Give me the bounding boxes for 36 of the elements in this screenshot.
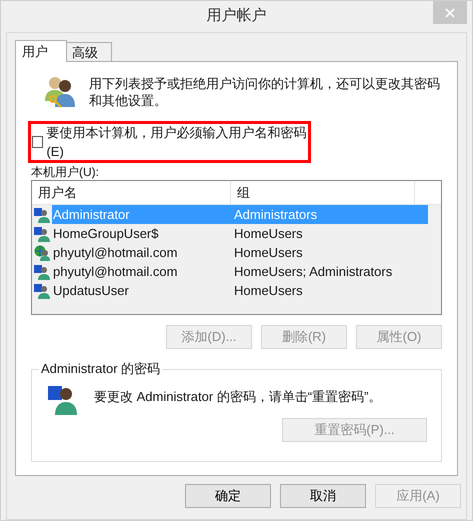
password-checkbox[interactable]: 要使用本计算机，用户必须输入用户名和密码(E): [32, 122, 308, 162]
user-row[interactable]: HomeGroupUser$ HomeUsers: [52, 224, 428, 243]
window-title: 用户帐户: [206, 6, 266, 26]
table-cell-text: HomeUsers: [234, 282, 303, 300]
close-icon: [445, 8, 455, 18]
table-cell-text: UpdatusUser: [52, 282, 130, 300]
description-text: 用下列表授予或拒绝用户访问你的计算机，还可以更改其密码和其他设置。: [89, 75, 441, 110]
user-list[interactable]: 用户名 组 Administrator Administrators HomeGroupUser$ HomeUsers phyutyl@hotmail.com HomeUsers phyutyl@hotmail.com HomeUsers; Administrators UpdatusUser HomeUsers: [31, 180, 442, 315]
globe-user-icon: [34, 244, 50, 260]
dialog-button[interactable]: 取消: [280, 484, 366, 508]
group-title: Administrator 的密码: [39, 361, 162, 377]
users-key-icon: [43, 75, 77, 109]
tab[interactable]: 用户: [15, 40, 67, 62]
table-cell-text: Administrators: [234, 206, 318, 224]
user-row[interactable]: UpdatusUser HomeUsers: [52, 281, 428, 300]
password-hint-text: 要更改 Administrator 的密码，请单击“重置密码”。: [94, 388, 382, 406]
checkbox[interactable]: [32, 136, 44, 148]
user-computer-icon: [34, 206, 50, 222]
tab[interactable]: 高级: [66, 42, 112, 61]
users-label: 本机用户(U):: [31, 164, 100, 180]
user-computer-icon: [34, 282, 50, 298]
column-header[interactable]: 组: [231, 181, 415, 204]
table-cell-text: HomeUsers: [234, 224, 303, 243]
table-cell-text: HomeUsers: [234, 244, 303, 262]
column-header[interactable]: 用户名: [32, 181, 231, 204]
dialog-button[interactable]: 确定: [185, 484, 271, 508]
user-computer-icon: [34, 264, 50, 280]
table-cell-text: phyutyl@hotmail.com: [52, 262, 178, 281]
user-computer-icon: [34, 226, 50, 242]
table-cell-text: Administrator: [52, 206, 131, 224]
user-row[interactable]: phyutyl@hotmail.com HomeUsers: [52, 243, 428, 262]
user-computer-icon: [47, 384, 79, 416]
user-row[interactable]: phyutyl@hotmail.com HomeUsers; Administrators: [52, 262, 428, 281]
table-cell-text: HomeUsers; Administrators: [234, 262, 392, 281]
table-cell-text: phyutyl@hotmail.com: [52, 244, 178, 262]
table-cell-text: HomeGroupUser$: [52, 224, 160, 243]
